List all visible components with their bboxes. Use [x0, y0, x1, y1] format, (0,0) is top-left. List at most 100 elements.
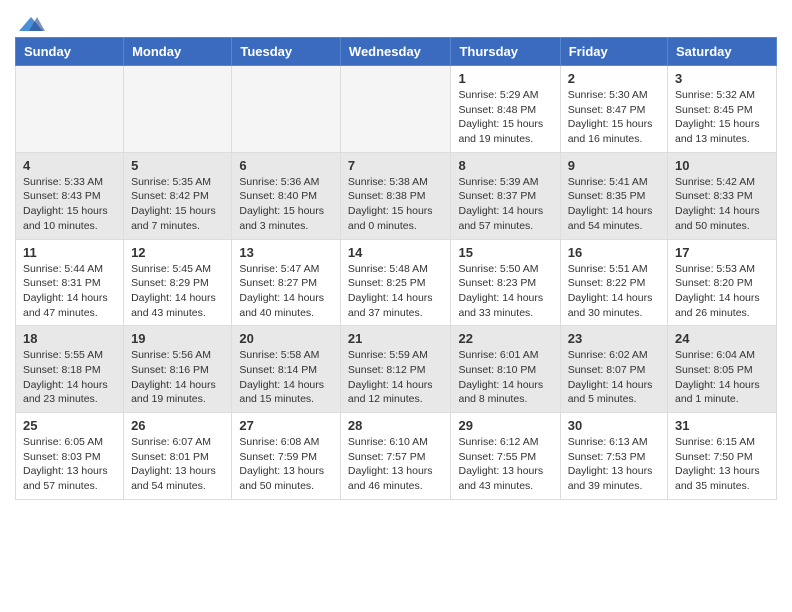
- day-number: 9: [568, 158, 660, 173]
- day-info: Sunrise: 5:38 AM Sunset: 8:38 PM Dayligh…: [348, 175, 444, 234]
- day-header-tuesday: Tuesday: [232, 38, 341, 66]
- day-info: Sunrise: 5:51 AM Sunset: 8:22 PM Dayligh…: [568, 262, 660, 321]
- day-info: Sunrise: 5:56 AM Sunset: 8:16 PM Dayligh…: [131, 348, 224, 407]
- day-info: Sunrise: 5:32 AM Sunset: 8:45 PM Dayligh…: [675, 88, 769, 147]
- day-info: Sunrise: 5:33 AM Sunset: 8:43 PM Dayligh…: [23, 175, 116, 234]
- day-info: Sunrise: 6:10 AM Sunset: 7:57 PM Dayligh…: [348, 435, 444, 494]
- calendar-cell: 2 Sunrise: 5:30 AM Sunset: 8:47 PM Daylig…: [560, 66, 667, 153]
- calendar-cell: [124, 66, 232, 153]
- day-number: 2: [568, 71, 660, 86]
- day-info: Sunrise: 5:58 AM Sunset: 8:14 PM Dayligh…: [239, 348, 333, 407]
- calendar-week-row: 1 Sunrise: 5:29 AM Sunset: 8:48 PM Daylig…: [16, 66, 777, 153]
- calendar-cell: 30Sunrise: 6:13 AM Sunset: 7:53 PM Dayli…: [560, 413, 667, 500]
- day-info: Sunrise: 5:53 AM Sunset: 8:20 PM Dayligh…: [675, 262, 769, 321]
- calendar-cell: 27 Sunrise: 6:08 AM Sunset: 7:59 PM Dayli…: [232, 413, 341, 500]
- day-header-sunday: Sunday: [16, 38, 124, 66]
- calendar-cell: 18Sunrise: 5:55 AM Sunset: 8:18 PM Dayli…: [16, 326, 124, 413]
- day-info: Sunrise: 5:48 AM Sunset: 8:25 PM Dayligh…: [348, 262, 444, 321]
- day-number: 11: [23, 245, 116, 260]
- day-info: Sunrise: 6:05 AM Sunset: 8:03 PM Dayligh…: [23, 435, 116, 494]
- day-info: Sunrise: 6:08 AM Sunset: 7:59 PM Dayligh…: [239, 435, 333, 494]
- calendar-cell: 28 Sunrise: 6:10 AM Sunset: 7:57 PM Dayli…: [340, 413, 451, 500]
- day-number: 15: [458, 245, 552, 260]
- day-number: 13: [239, 245, 333, 260]
- day-info: Sunrise: 5:29 AM Sunset: 8:48 PM Dayligh…: [458, 88, 552, 147]
- calendar-cell: 25 Sunrise: 6:05 AM Sunset: 8:03 PM Dayli…: [16, 413, 124, 500]
- calendar-cell: 16 Sunrise: 5:51 AM Sunset: 8:22 PM Dayli…: [560, 239, 667, 326]
- calendar-cell: 14 Sunrise: 5:48 AM Sunset: 8:25 PM Dayli…: [340, 239, 451, 326]
- day-number: 21: [348, 331, 444, 346]
- calendar-cell: 24Sunrise: 6:04 AM Sunset: 8:05 PM Dayli…: [668, 326, 777, 413]
- day-number: 5: [131, 158, 224, 173]
- calendar-cell: 20 Sunrise: 5:58 AM Sunset: 8:14 PM Dayli…: [232, 326, 341, 413]
- calendar-week-row: 4 Sunrise: 5:33 AM Sunset: 8:43 PM Daylig…: [16, 152, 777, 239]
- day-number: 26: [131, 418, 224, 433]
- calendar-cell: 9 Sunrise: 5:41 AM Sunset: 8:35 PM Daylig…: [560, 152, 667, 239]
- day-number: 8: [458, 158, 552, 173]
- day-info: Sunrise: 6:04 AM Sunset: 8:05 PM Dayligh…: [675, 348, 769, 407]
- calendar-cell: 22 Sunrise: 6:01 AM Sunset: 8:10 PM Dayli…: [451, 326, 560, 413]
- day-info: Sunrise: 5:36 AM Sunset: 8:40 PM Dayligh…: [239, 175, 333, 234]
- calendar-cell: 23Sunrise: 6:02 AM Sunset: 8:07 PM Dayli…: [560, 326, 667, 413]
- calendar-cell: 26 Sunrise: 6:07 AM Sunset: 8:01 PM Dayli…: [124, 413, 232, 500]
- calendar-cell: 11Sunrise: 5:44 AM Sunset: 8:31 PM Dayli…: [16, 239, 124, 326]
- calendar-cell: 15 Sunrise: 5:50 AM Sunset: 8:23 PM Dayli…: [451, 239, 560, 326]
- day-number: 22: [458, 331, 552, 346]
- day-number: 17: [675, 245, 769, 260]
- day-number: 31: [675, 418, 769, 433]
- calendar-cell: [340, 66, 451, 153]
- day-header-friday: Friday: [560, 38, 667, 66]
- day-number: 29: [458, 418, 552, 433]
- calendar-cell: 29 Sunrise: 6:12 AM Sunset: 7:55 PM Dayli…: [451, 413, 560, 500]
- day-number: 4: [23, 158, 116, 173]
- day-header-thursday: Thursday: [451, 38, 560, 66]
- calendar-week-row: 18Sunrise: 5:55 AM Sunset: 8:18 PM Dayli…: [16, 326, 777, 413]
- calendar-table: SundayMondayTuesdayWednesdayThursdayFrid…: [15, 37, 777, 500]
- calendar-cell: 1 Sunrise: 5:29 AM Sunset: 8:48 PM Daylig…: [451, 66, 560, 153]
- day-info: Sunrise: 5:42 AM Sunset: 8:33 PM Dayligh…: [675, 175, 769, 234]
- calendar-cell: 12Sunrise: 5:45 AM Sunset: 8:29 PM Dayli…: [124, 239, 232, 326]
- day-header-wednesday: Wednesday: [340, 38, 451, 66]
- calendar-cell: [16, 66, 124, 153]
- day-info: Sunrise: 5:30 AM Sunset: 8:47 PM Dayligh…: [568, 88, 660, 147]
- day-info: Sunrise: 5:59 AM Sunset: 8:12 PM Dayligh…: [348, 348, 444, 407]
- day-number: 27: [239, 418, 333, 433]
- day-number: 16: [568, 245, 660, 260]
- day-info: Sunrise: 6:12 AM Sunset: 7:55 PM Dayligh…: [458, 435, 552, 494]
- logo: [15, 15, 45, 29]
- day-number: 10: [675, 158, 769, 173]
- day-number: 20: [239, 331, 333, 346]
- calendar-cell: 31 Sunrise: 6:15 AM Sunset: 7:50 PM Dayli…: [668, 413, 777, 500]
- calendar-cell: 3 Sunrise: 5:32 AM Sunset: 8:45 PM Daylig…: [668, 66, 777, 153]
- day-number: 18: [23, 331, 116, 346]
- calendar-cell: 13 Sunrise: 5:47 AM Sunset: 8:27 PM Dayli…: [232, 239, 341, 326]
- day-number: 30: [568, 418, 660, 433]
- day-info: Sunrise: 5:41 AM Sunset: 8:35 PM Dayligh…: [568, 175, 660, 234]
- calendar-cell: 6 Sunrise: 5:36 AM Sunset: 8:40 PM Daylig…: [232, 152, 341, 239]
- day-info: Sunrise: 6:07 AM Sunset: 8:01 PM Dayligh…: [131, 435, 224, 494]
- day-info: Sunrise: 5:39 AM Sunset: 8:37 PM Dayligh…: [458, 175, 552, 234]
- day-number: 19: [131, 331, 224, 346]
- day-info: Sunrise: 5:47 AM Sunset: 8:27 PM Dayligh…: [239, 262, 333, 321]
- day-info: Sunrise: 5:50 AM Sunset: 8:23 PM Dayligh…: [458, 262, 552, 321]
- day-number: 6: [239, 158, 333, 173]
- calendar-week-row: 25 Sunrise: 6:05 AM Sunset: 8:03 PM Dayli…: [16, 413, 777, 500]
- day-number: 7: [348, 158, 444, 173]
- calendar-cell: 19 Sunrise: 5:56 AM Sunset: 8:16 PM Dayli…: [124, 326, 232, 413]
- day-info: Sunrise: 5:35 AM Sunset: 8:42 PM Dayligh…: [131, 175, 224, 234]
- day-header-saturday: Saturday: [668, 38, 777, 66]
- day-number: 12: [131, 245, 224, 260]
- day-number: 1: [458, 71, 552, 86]
- day-number: 28: [348, 418, 444, 433]
- calendar-week-row: 11Sunrise: 5:44 AM Sunset: 8:31 PM Dayli…: [16, 239, 777, 326]
- day-info: Sunrise: 6:15 AM Sunset: 7:50 PM Dayligh…: [675, 435, 769, 494]
- day-info: Sunrise: 6:01 AM Sunset: 8:10 PM Dayligh…: [458, 348, 552, 407]
- calendar-cell: 21 Sunrise: 5:59 AM Sunset: 8:12 PM Dayli…: [340, 326, 451, 413]
- logo-icon: [17, 15, 45, 33]
- calendar-cell: 10 Sunrise: 5:42 AM Sunset: 8:33 PM Dayli…: [668, 152, 777, 239]
- calendar-cell: 17 Sunrise: 5:53 AM Sunset: 8:20 PM Dayli…: [668, 239, 777, 326]
- day-number: 14: [348, 245, 444, 260]
- day-number: 25: [23, 418, 116, 433]
- calendar-cell: 5 Sunrise: 5:35 AM Sunset: 8:42 PM Daylig…: [124, 152, 232, 239]
- day-number: 3: [675, 71, 769, 86]
